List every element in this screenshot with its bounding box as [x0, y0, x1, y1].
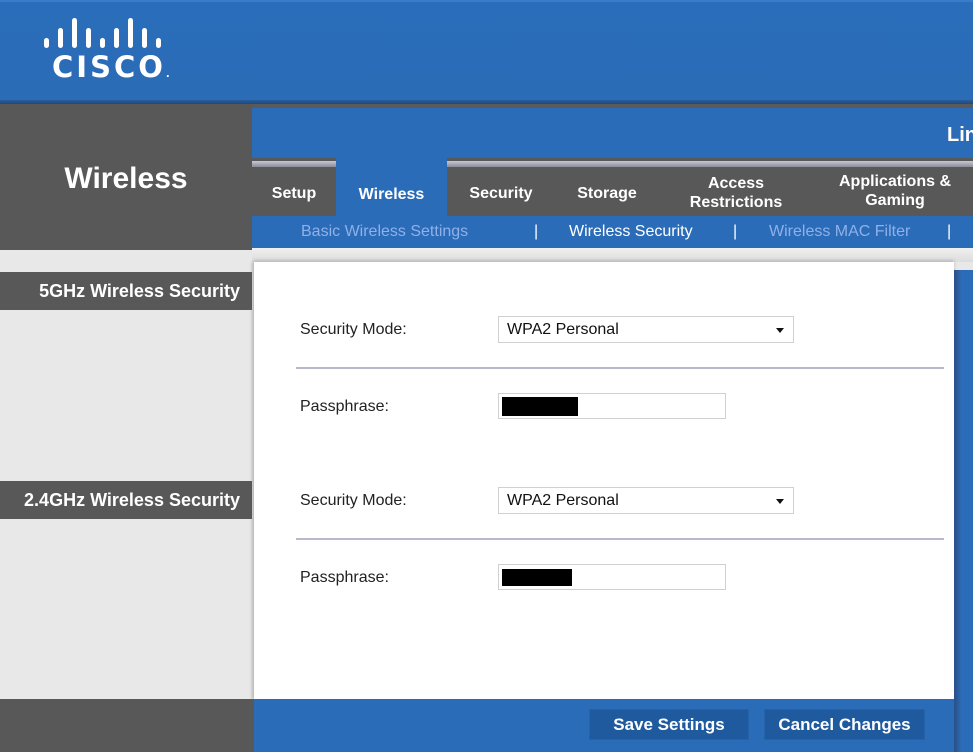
tab-label: Wireless [358, 185, 425, 203]
subnav-basic-wireless-settings[interactable]: Basic Wireless Settings [301, 223, 468, 241]
tab-storage[interactable]: Storage [566, 170, 648, 216]
right-edge-strip [954, 270, 973, 752]
product-name: Lin [947, 124, 973, 146]
tab-label: Applications & Gaming [838, 173, 951, 209]
subnav-shadow [252, 248, 973, 262]
cisco-bars-icon [42, 16, 162, 48]
redacted-passphrase [502, 397, 578, 416]
dropdown-arrow-icon [776, 328, 784, 333]
dropdown-arrow-icon [776, 499, 784, 504]
footer-bar: Save Settings Cancel Changes [254, 699, 954, 752]
tab-label: Setup [271, 184, 317, 202]
subnav-separator: | [947, 223, 952, 240]
main-tabs: Setup Wireless Security Storage Access R… [252, 158, 973, 216]
cisco-logo: CISCO. [42, 16, 170, 84]
security-mode-select-2-4ghz[interactable]: WPA2 Personal [498, 487, 794, 514]
footer-left [0, 699, 254, 752]
subnav-wireless-security[interactable]: Wireless Security [569, 223, 693, 241]
section-label-5ghz: 5GHz Wireless Security [0, 272, 252, 310]
cancel-changes-button[interactable]: Cancel Changes [764, 709, 925, 740]
section-divider [296, 538, 944, 540]
section-label-2-4ghz: 2.4GHz Wireless Security [0, 481, 252, 519]
subnav-separator: | [733, 223, 738, 240]
tab-setup[interactable]: Setup [266, 170, 322, 216]
sub-navigation: Basic Wireless Settings | Wireless Secur… [252, 216, 973, 248]
tab-label: Access Restrictions [689, 175, 783, 211]
page-title: Wireless [64, 162, 188, 195]
tab-access-restrictions[interactable]: Access Restrictions [678, 170, 794, 216]
security-mode-select-5ghz[interactable]: WPA2 Personal [498, 316, 794, 343]
page-title-block: Wireless [0, 104, 252, 250]
tab-security[interactable]: Security [458, 170, 544, 216]
passphrase-input-5ghz[interactable] [498, 393, 726, 419]
tab-wireless[interactable]: Wireless [336, 158, 447, 216]
tab-label: Storage [577, 184, 637, 202]
passphrase-label-2-4ghz: Passphrase: [300, 569, 389, 586]
section-divider [296, 367, 944, 369]
subnav-separator: | [534, 223, 539, 240]
subnav-wireless-mac-filter[interactable]: Wireless MAC Filter [769, 223, 910, 241]
save-settings-button[interactable]: Save Settings [589, 709, 749, 740]
security-mode-value: WPA2 Personal [507, 321, 619, 338]
tab-applications-gaming[interactable]: Applications & Gaming [828, 168, 962, 214]
tab-label: Security [469, 184, 533, 202]
cisco-logo-text: CISCO. [52, 50, 170, 84]
top-header: CISCO. [0, 0, 973, 104]
security-mode-label-5ghz: Security Mode: [300, 321, 407, 338]
passphrase-label-5ghz: Passphrase: [300, 398, 389, 415]
product-bar: Lin [252, 104, 973, 158]
passphrase-input-2-4ghz[interactable] [498, 564, 726, 590]
security-mode-label-2-4ghz: Security Mode: [300, 492, 407, 509]
security-mode-value: WPA2 Personal [507, 492, 619, 509]
redacted-passphrase [502, 569, 572, 586]
